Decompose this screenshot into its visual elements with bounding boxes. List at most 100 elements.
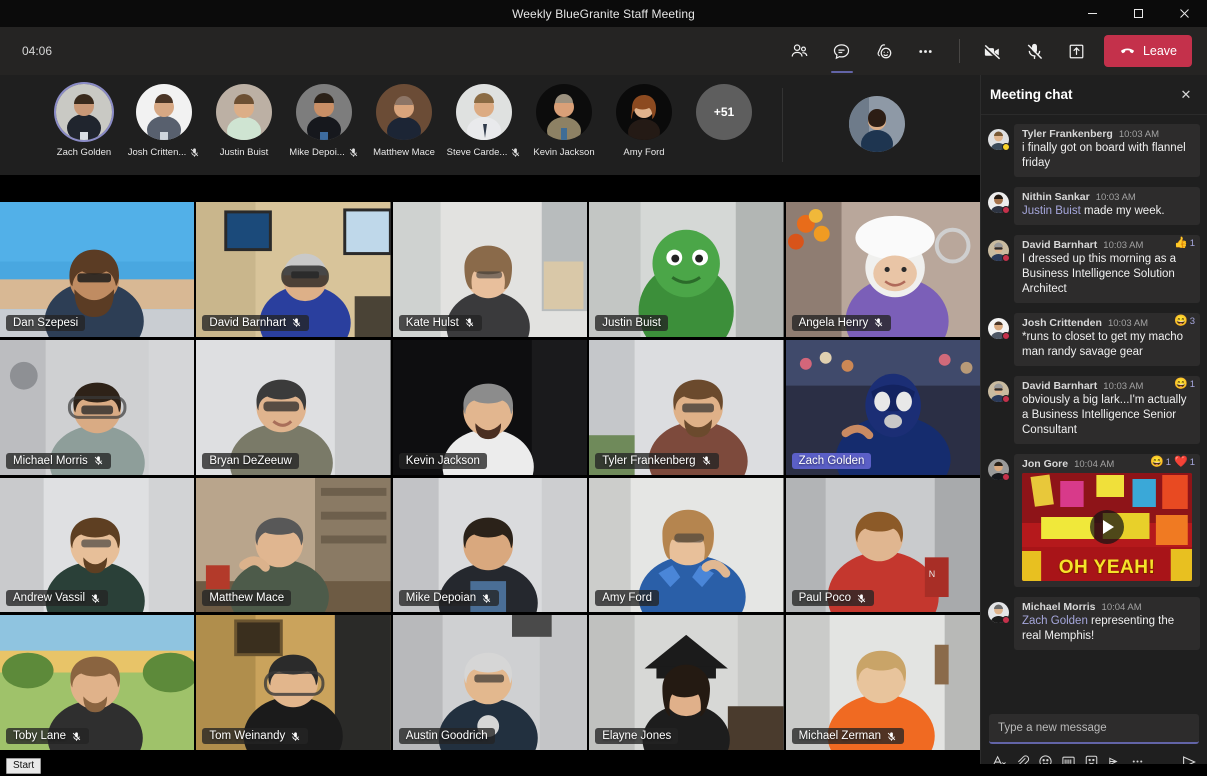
chat-bubble-header: Michael Morris 10:04 AM <box>1022 601 1192 613</box>
message-text-rest: made my week. <box>1080 205 1165 217</box>
tile-participant-name: Kevin Jackson <box>405 454 480 467</box>
avatar <box>376 84 432 140</box>
share-content-icon[interactable] <box>1060 35 1094 67</box>
chat-message-list[interactable]: Tyler Frankenberg 10:03 AM i finally got… <box>981 115 1207 708</box>
message-time: 10:03 AM <box>1107 318 1149 329</box>
tile-name-badge: Andrew Vassil <box>6 590 109 607</box>
message-reactions[interactable]: 😄 1 ❤️ 1 <box>1150 456 1195 469</box>
participant-name: Zach Golden <box>56 147 112 158</box>
video-tile[interactable]: Tyler Frankenberg <box>589 339 784 475</box>
people-icon[interactable] <box>783 35 817 67</box>
participant-filmstrip: Zach Golden Josh Critten... Justin Buist <box>0 75 980 175</box>
filmstrip-participant[interactable]: Justin Buist <box>204 84 284 158</box>
message-reactions[interactable]: 😄 1 <box>1174 379 1195 391</box>
mic-muted-icon <box>292 318 301 328</box>
mention[interactable]: Justin Buist <box>1022 205 1081 217</box>
chat-icon[interactable] <box>825 35 859 73</box>
avatar <box>849 96 905 152</box>
video-tile[interactable]: Elayne Jones <box>589 615 784 750</box>
teams-meeting-window: Weekly BlueGranite Staff Meeting 04:06 L… <box>0 0 1207 776</box>
filmstrip-name-row: Steve Carde... <box>447 147 522 158</box>
message-author: Jon Gore <box>1022 458 1069 470</box>
filmstrip-participant[interactable]: Zach Golden <box>44 84 124 158</box>
participant-name: Kevin Jackson <box>533 147 595 158</box>
video-tile[interactable]: Toby Lane <box>0 615 195 750</box>
maximize-button[interactable] <box>1115 0 1161 27</box>
camera-off-icon[interactable] <box>976 35 1010 67</box>
reaction[interactable]: ❤️ 1 <box>1174 457 1195 469</box>
meeting-timer: 04:06 <box>22 44 53 58</box>
video-tile[interactable]: Tom Weinandy <box>196 615 391 750</box>
tile-participant-name: Matthew Mace <box>209 592 285 605</box>
message-text: i finally got on board with flannel frid… <box>1022 142 1186 169</box>
video-tile[interactable]: Kate Hulst <box>392 202 588 337</box>
video-grid-container: Dan Szepesi David Barnhart Kate Hulst Ju… <box>0 175 980 776</box>
filmstrip-participant[interactable]: Kevin Jackson <box>524 84 604 158</box>
tile-name-badge: Toby Lane <box>6 728 90 744</box>
avatar <box>536 84 592 140</box>
video-tile[interactable]: Andrew Vassil <box>0 477 195 613</box>
filmstrip-participant[interactable]: Steve Carde... <box>444 84 524 158</box>
tile-participant-name: Tyler Frankenberg <box>602 454 696 467</box>
message-author: David Barnhart <box>1022 380 1098 392</box>
reaction[interactable]: 👍 1 <box>1174 238 1195 250</box>
tile-participant-name: Paul Poco <box>798 592 852 605</box>
leave-button[interactable]: Leave <box>1103 35 1192 67</box>
message-reactions[interactable]: 😄 3 <box>1174 316 1195 328</box>
video-tile[interactable]: Michael Zerman <box>785 615 980 750</box>
message-time: 10:03 AM <box>1118 129 1159 140</box>
reaction[interactable]: 😄 3 <box>1174 316 1195 328</box>
more-actions-icon[interactable] <box>909 35 943 67</box>
video-tile[interactable]: Kevin Jackson <box>392 339 588 475</box>
reaction[interactable]: 😄 1 <box>1150 456 1171 469</box>
mention[interactable]: Zach Golden <box>1022 615 1088 627</box>
play-icon[interactable] <box>1090 510 1124 544</box>
reaction-count: 1 <box>1165 457 1171 468</box>
mic-muted-icon[interactable] <box>1018 35 1052 67</box>
chat-message: Michael Morris 10:04 AM Zach Golden repr… <box>988 597 1200 650</box>
tile-name-badge: Kevin Jackson <box>398 452 487 469</box>
filmstrip-participant[interactable]: Matthew Mace <box>364 84 444 158</box>
chat-message: Tyler Frankenberg 10:03 AM i finally got… <box>988 124 1200 177</box>
filmstrip-participant[interactable]: Josh Critten... <box>124 84 204 158</box>
close-button[interactable] <box>1161 0 1207 27</box>
reaction[interactable]: 😄 1 <box>1174 379 1195 391</box>
video-tile[interactable]: Justin Buist <box>589 202 784 337</box>
message-reactions[interactable]: 👍 1 <box>1174 238 1195 250</box>
filmstrip-overflow[interactable]: +51 <box>684 84 764 140</box>
video-tile[interactable]: Angela Henry <box>785 202 980 337</box>
filmstrip-self-video[interactable] <box>837 96 917 152</box>
filmstrip-name-row: Matthew Mace <box>373 147 435 158</box>
video-attachment[interactable]: OH YEAH! <box>1022 473 1192 581</box>
tile-participant-name: Amy Ford <box>602 592 653 605</box>
filmstrip-participant[interactable]: Mike Depoi... <box>284 84 364 158</box>
message-input[interactable]: Type a new message <box>989 714 1199 744</box>
filmstrip-participant[interactable]: Amy Ford <box>604 84 684 158</box>
video-tile[interactable]: Mike Depoian <box>392 477 588 613</box>
video-tile[interactable]: Zach Golden <box>785 339 980 475</box>
video-tile[interactable]: Michael Morris <box>0 339 195 475</box>
reactions-icon[interactable] <box>867 35 901 67</box>
message-input-placeholder: Type a new message <box>998 722 1107 734</box>
tile-participant-name: Bryan DeZeeuw <box>209 454 292 467</box>
presence-indicator <box>1002 473 1010 481</box>
close-icon[interactable]: ✕ <box>1175 84 1197 106</box>
minimize-button[interactable] <box>1069 0 1115 27</box>
video-tile[interactable]: Bryan DeZeeuw <box>196 339 391 475</box>
video-tile[interactable]: Austin Goodrich <box>392 615 588 750</box>
meeting-chat-panel: Meeting chat ✕ Tyler Frankenberg 10:03 A… <box>980 75 1207 776</box>
laugh-icon: 😄 <box>1150 456 1164 468</box>
tile-participant-name: Michael Morris <box>13 454 88 467</box>
video-tile[interactable]: Matthew Mace <box>196 477 391 613</box>
message-text: Zach Golden representing the real Memphi… <box>1022 614 1192 644</box>
svg-text:N: N <box>928 569 934 579</box>
presence-indicator <box>1002 332 1010 340</box>
video-tile[interactable]: Amy Ford <box>589 477 784 613</box>
video-tile[interactable]: Dan Szepesi <box>0 202 195 337</box>
tile-participant-name: Michael Zerman <box>798 730 882 742</box>
overflow-count: +51 <box>696 84 752 140</box>
video-tile[interactable]: N Paul Poco <box>785 477 980 613</box>
message-author: Michael Morris <box>1022 601 1096 613</box>
presence-indicator <box>1002 254 1010 262</box>
video-tile[interactable]: David Barnhart <box>196 202 391 337</box>
